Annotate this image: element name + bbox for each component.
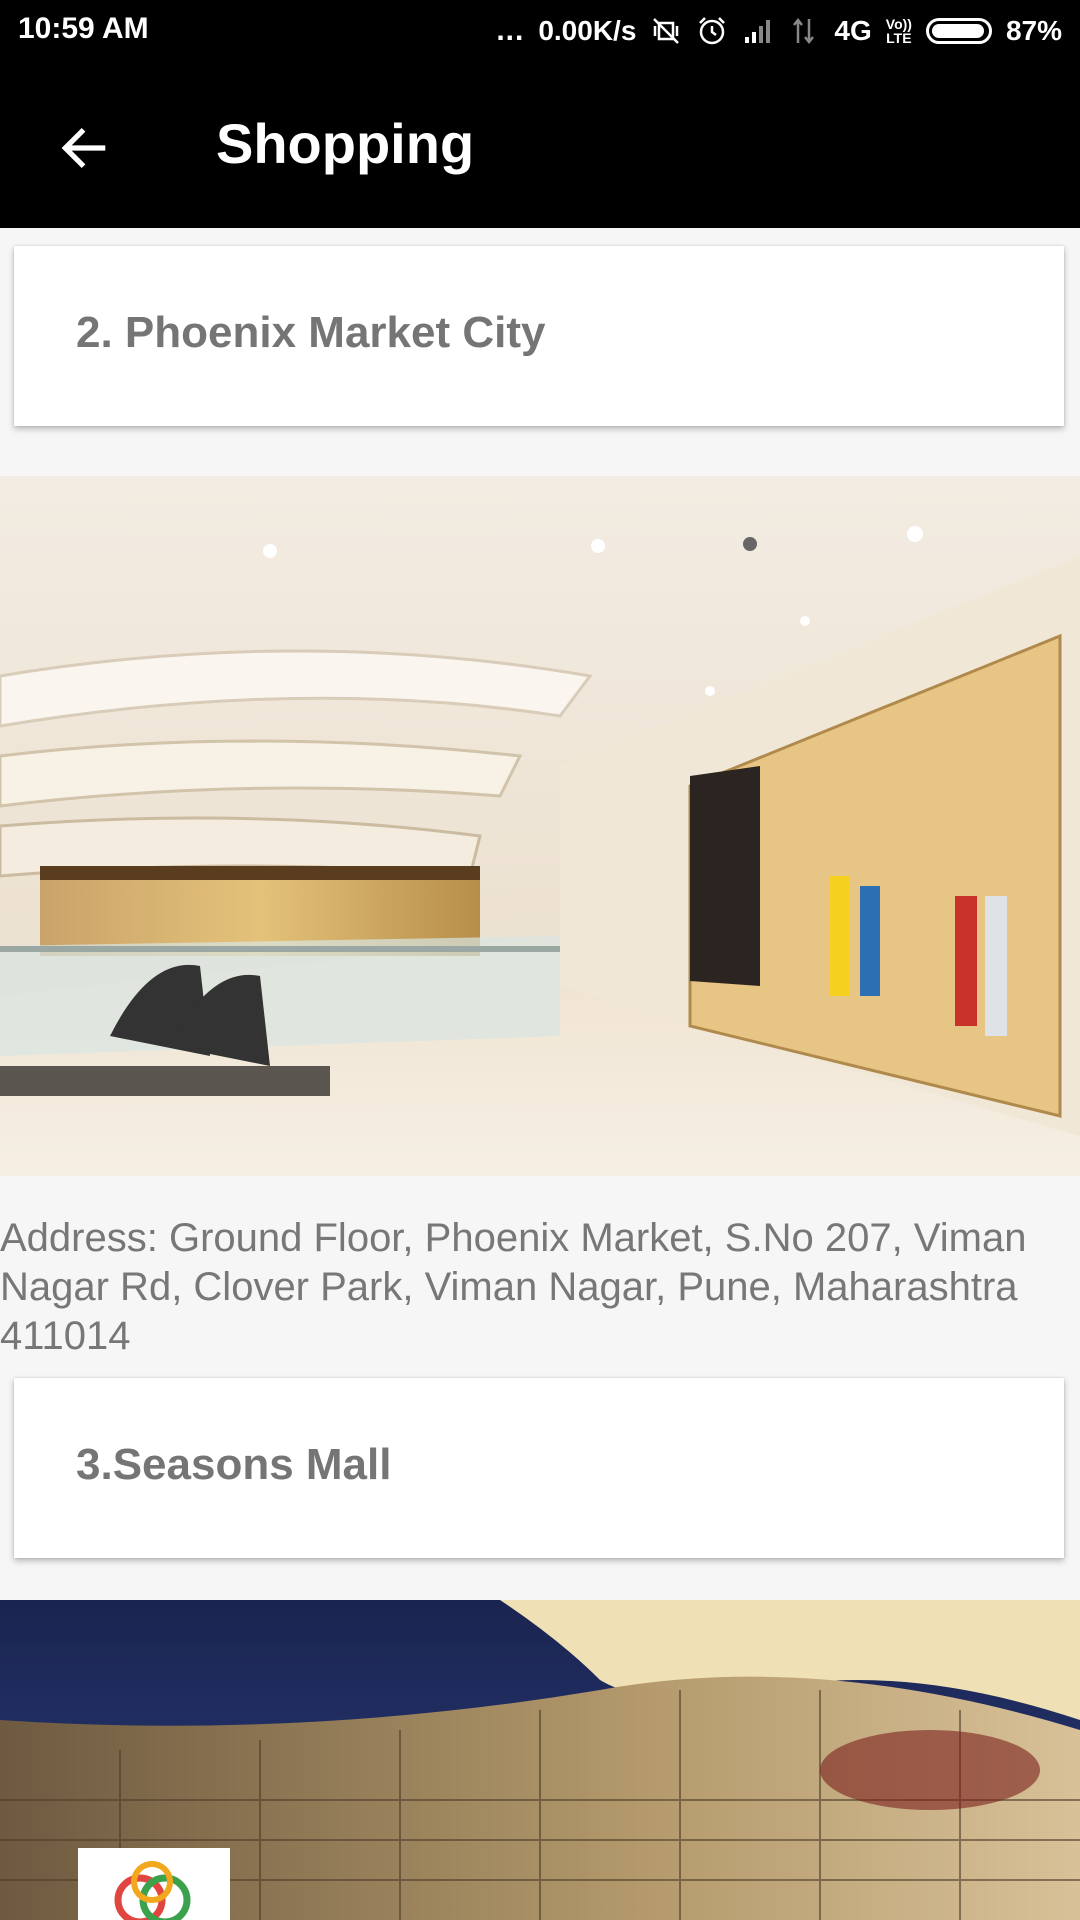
volte-bottom: LTE: [886, 30, 912, 46]
network-speed: 0.00K/s: [538, 15, 637, 46]
mall-exterior-image: [0, 1600, 1080, 1920]
place-address: Address: Ground Floor, Phoenix Market, S…: [0, 1216, 1027, 1358]
mall-interior-photo: [0, 476, 1080, 1176]
battery-icon: [925, 18, 992, 44]
mall-exterior-photo: [0, 1600, 1080, 1920]
place-title: 3.Seasons Mall: [76, 1440, 392, 1489]
volte-top: Vo)): [885, 16, 912, 32]
status-bar: 10:59 AM ... 0.00K/s 4G Vo)) LTE 87%: [0, 0, 1080, 62]
more-notifications-icon: ...: [496, 14, 525, 47]
screen: 10:59 AM ... 0.00K/s 4G Vo)) LTE 87% Sho…: [0, 0, 1080, 1920]
list-item-title-card[interactable]: 2. Phoenix Market City: [14, 246, 1064, 426]
alarm-icon: [699, 17, 726, 45]
app-bar: Shopping: [0, 62, 1080, 228]
volte-icon: Vo)) LTE: [886, 17, 912, 45]
mall-interior-image: [0, 476, 1080, 1176]
network-type: 4G: [834, 15, 872, 46]
page-title: Shopping: [216, 112, 475, 175]
status-time: 10:59 AM: [18, 12, 149, 45]
status-icons: ... 0.00K/s 4G Vo)) LTE 87%: [496, 0, 1062, 62]
vibrate-off-icon: [653, 18, 680, 44]
battery-percent: 87%: [1005, 15, 1062, 46]
place-title: 2. Phoenix Market City: [76, 308, 546, 357]
signal-icon: [745, 20, 771, 43]
list-item-title-card[interactable]: 3.Seasons Mall: [14, 1378, 1064, 1558]
data-arrows-icon: [793, 17, 815, 45]
back-button[interactable]: [44, 108, 124, 188]
arrow-left-icon: [61, 127, 106, 169]
